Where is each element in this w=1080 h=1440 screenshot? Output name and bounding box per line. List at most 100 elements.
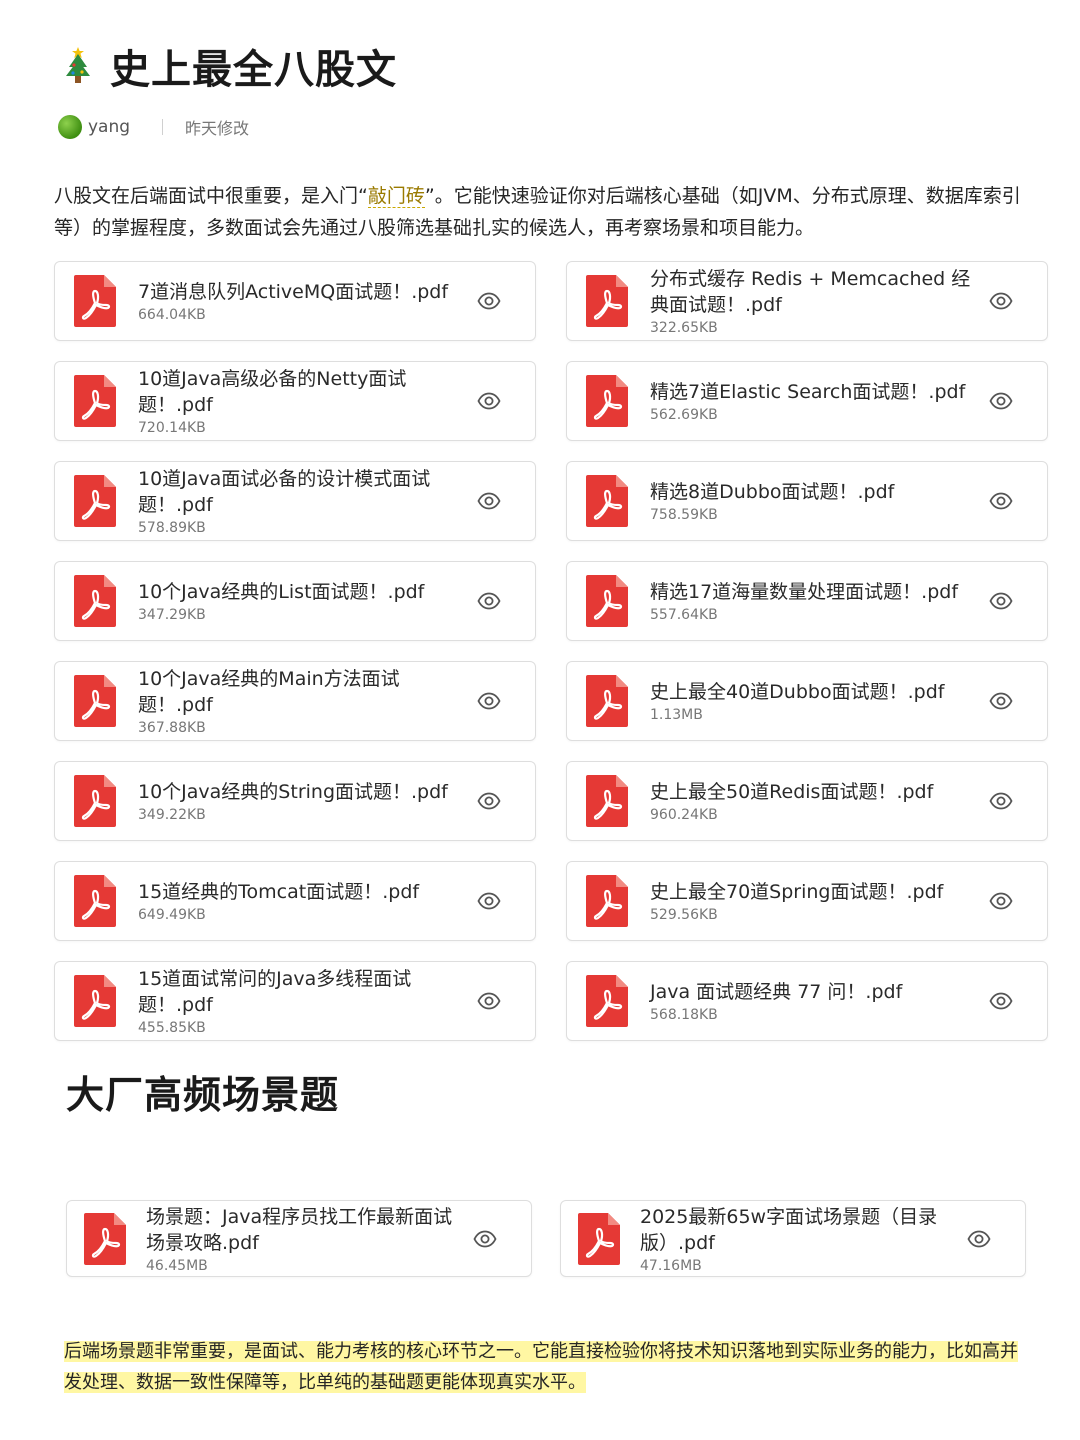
pdf-icon	[74, 975, 116, 1027]
eye-icon[interactable]	[477, 990, 501, 1012]
file-info: 精选17道海量数量处理面试题！.pdf 557.64KB	[650, 579, 1047, 623]
scenario-file-grid: 场景题：Java程序员找工作最新面试场景攻略.pdf 46.45MB 2025最…	[66, 1200, 1028, 1277]
file-card[interactable]: 2025最新65w字面试场景题（目录版）.pdf 47.16MB	[560, 1200, 1026, 1277]
eye-icon[interactable]	[967, 1228, 991, 1250]
doc-meta: yang 昨天修改	[58, 112, 249, 142]
author-name[interactable]: yang	[88, 117, 130, 137]
file-info: 史上最全40道Dubbo面试题！.pdf 1.13MB	[650, 679, 1047, 723]
file-name: Java 面试题经典 77 问！.pdf	[650, 981, 903, 1003]
pdf-icon	[586, 375, 628, 427]
meta-divider	[162, 119, 164, 135]
pdf-icon	[586, 875, 628, 927]
file-card[interactable]: 10个Java经典的List面试题！.pdf 347.29KB	[54, 561, 536, 641]
eye-icon[interactable]	[477, 890, 501, 912]
file-size: 664.04KB	[138, 307, 206, 323]
file-name: 场景题：Java程序员找工作最新面试场景攻略.pdf	[146, 1205, 453, 1254]
file-info: 精选8道Dubbo面试题！.pdf 758.59KB	[650, 479, 1047, 523]
eye-icon[interactable]	[989, 690, 1013, 712]
pdf-icon	[74, 675, 116, 727]
file-size: 347.29KB	[138, 607, 206, 623]
avatar[interactable]	[58, 115, 82, 139]
file-info: 10道Java面试必备的设计模式面试题！.pdf 578.89KB	[138, 466, 535, 536]
file-card[interactable]: 史上最全70道Spring面试题！.pdf 529.56KB	[566, 861, 1048, 941]
file-name: 史上最全50道Redis面试题！.pdf	[650, 781, 934, 803]
title-row: 史上最全八股文	[62, 38, 397, 94]
christmas-tree-icon	[66, 47, 90, 83]
file-card[interactable]: 7道消息队列ActiveMQ面试题！.pdf 664.04KB	[54, 261, 536, 341]
eye-icon[interactable]	[989, 890, 1013, 912]
intro-highlight: 敲门砖	[367, 185, 425, 208]
footer-note-text: 后端场景题非常重要，是面试、能力考核的核心环节之一。它能直接检验你将技术知识落地…	[64, 1341, 1018, 1393]
file-info: 15道面试常问的Java多线程面试题！.pdf 455.85KB	[138, 966, 535, 1036]
file-info: 分布式缓存 Redis + Memcached 经典面试题！.pdf 322.6…	[650, 266, 1047, 336]
eye-icon[interactable]	[989, 790, 1013, 812]
modified-time: 昨天修改	[185, 119, 250, 138]
eye-icon[interactable]	[477, 290, 501, 312]
eye-icon[interactable]	[473, 1228, 497, 1250]
file-card[interactable]: 精选7道Elastic Search面试题！.pdf 562.69KB	[566, 361, 1048, 441]
pdf-icon	[586, 675, 628, 727]
footer-note: 后端场景题非常重要，是面试、能力考核的核心环节之一。它能直接检验你将技术知识落地…	[64, 1336, 1034, 1398]
file-card[interactable]: 10个Java经典的String面试题！.pdf 349.22KB	[54, 761, 536, 841]
file-card[interactable]: 史上最全50道Redis面试题！.pdf 960.24KB	[566, 761, 1048, 841]
eye-icon[interactable]	[477, 690, 501, 712]
file-size: 568.18KB	[650, 1007, 718, 1023]
page-title: 史上最全八股文	[110, 47, 397, 93]
file-name: 7道消息队列ActiveMQ面试题！.pdf	[138, 281, 449, 303]
eye-icon[interactable]	[989, 490, 1013, 512]
pdf-icon	[586, 775, 628, 827]
file-name: 10个Java经典的List面试题！.pdf	[138, 581, 425, 603]
pdf-icon	[74, 475, 116, 527]
file-info: 10个Java经典的String面试题！.pdf 349.22KB	[138, 779, 535, 823]
file-name: 精选17道海量数量处理面试题！.pdf	[650, 581, 959, 603]
file-card[interactable]: 史上最全40道Dubbo面试题！.pdf 1.13MB	[566, 661, 1048, 741]
pdf-icon	[74, 875, 116, 927]
pdf-icon	[586, 975, 628, 1027]
file-card[interactable]: 10道Java高级必备的Netty面试题！.pdf 720.14KB	[54, 361, 536, 441]
pdf-icon	[74, 775, 116, 827]
pdf-icon	[578, 1212, 620, 1265]
file-size: 1.13MB	[650, 707, 703, 723]
file-card[interactable]: 10道Java面试必备的设计模式面试题！.pdf 578.89KB	[54, 461, 536, 541]
file-size: 47.16MB	[640, 1257, 702, 1274]
file-card[interactable]: 15道面试常问的Java多线程面试题！.pdf 455.85KB	[54, 961, 536, 1041]
eye-icon[interactable]	[477, 490, 501, 512]
file-card[interactable]: 分布式缓存 Redis + Memcached 经典面试题！.pdf 322.6…	[566, 261, 1048, 341]
eye-icon[interactable]	[989, 390, 1013, 412]
eye-icon[interactable]	[989, 990, 1013, 1012]
file-size: 649.49KB	[138, 907, 206, 923]
file-size: 557.64KB	[650, 607, 718, 623]
eye-icon[interactable]	[989, 590, 1013, 612]
file-grid: 7道消息队列ActiveMQ面试题！.pdf 664.04KB 分布式缓存 Re…	[54, 261, 1048, 1041]
eye-icon[interactable]	[989, 290, 1013, 312]
file-name: 15道面试常问的Java多线程面试题！.pdf	[138, 968, 412, 1016]
file-card[interactable]: 场景题：Java程序员找工作最新面试场景攻略.pdf 46.45MB	[66, 1200, 532, 1277]
file-info: 10道Java高级必备的Netty面试题！.pdf 720.14KB	[138, 366, 535, 436]
file-size: 349.22KB	[138, 807, 206, 823]
section-title: 大厂高频场景题	[66, 1073, 340, 1117]
file-size: 529.56KB	[650, 907, 718, 923]
eye-icon[interactable]	[477, 590, 501, 612]
pdf-icon	[586, 575, 628, 627]
file-size: 46.45MB	[146, 1257, 208, 1274]
eye-icon[interactable]	[477, 390, 501, 412]
file-info: 史上最全50道Redis面试题！.pdf 960.24KB	[650, 779, 1047, 823]
file-size: 367.88KB	[138, 720, 206, 736]
file-name: 10个Java经典的Main方法面试题！.pdf	[138, 668, 400, 716]
file-name: 精选7道Elastic Search面试题！.pdf	[650, 381, 966, 403]
file-info: 10个Java经典的List面试题！.pdf 347.29KB	[138, 579, 535, 623]
file-card[interactable]: Java 面试题经典 77 问！.pdf 568.18KB	[566, 961, 1048, 1041]
file-name: 分布式缓存 Redis + Memcached 经典面试题！.pdf	[650, 268, 971, 316]
file-size: 455.85KB	[138, 1020, 206, 1036]
file-name: 10个Java经典的String面试题！.pdf	[138, 781, 448, 803]
file-size: 758.59KB	[650, 507, 718, 523]
file-info: 15道经典的Tomcat面试题！.pdf 649.49KB	[138, 879, 535, 923]
file-info: 精选7道Elastic Search面试题！.pdf 562.69KB	[650, 379, 1047, 423]
file-name: 2025最新65w字面试场景题（目录版）.pdf	[640, 1205, 938, 1254]
file-card[interactable]: 精选17道海量数量处理面试题！.pdf 557.64KB	[566, 561, 1048, 641]
eye-icon[interactable]	[477, 790, 501, 812]
file-card[interactable]: 10个Java经典的Main方法面试题！.pdf 367.88KB	[54, 661, 536, 741]
pdf-icon	[586, 475, 628, 527]
file-card[interactable]: 精选8道Dubbo面试题！.pdf 758.59KB	[566, 461, 1048, 541]
file-card[interactable]: 15道经典的Tomcat面试题！.pdf 649.49KB	[54, 861, 536, 941]
